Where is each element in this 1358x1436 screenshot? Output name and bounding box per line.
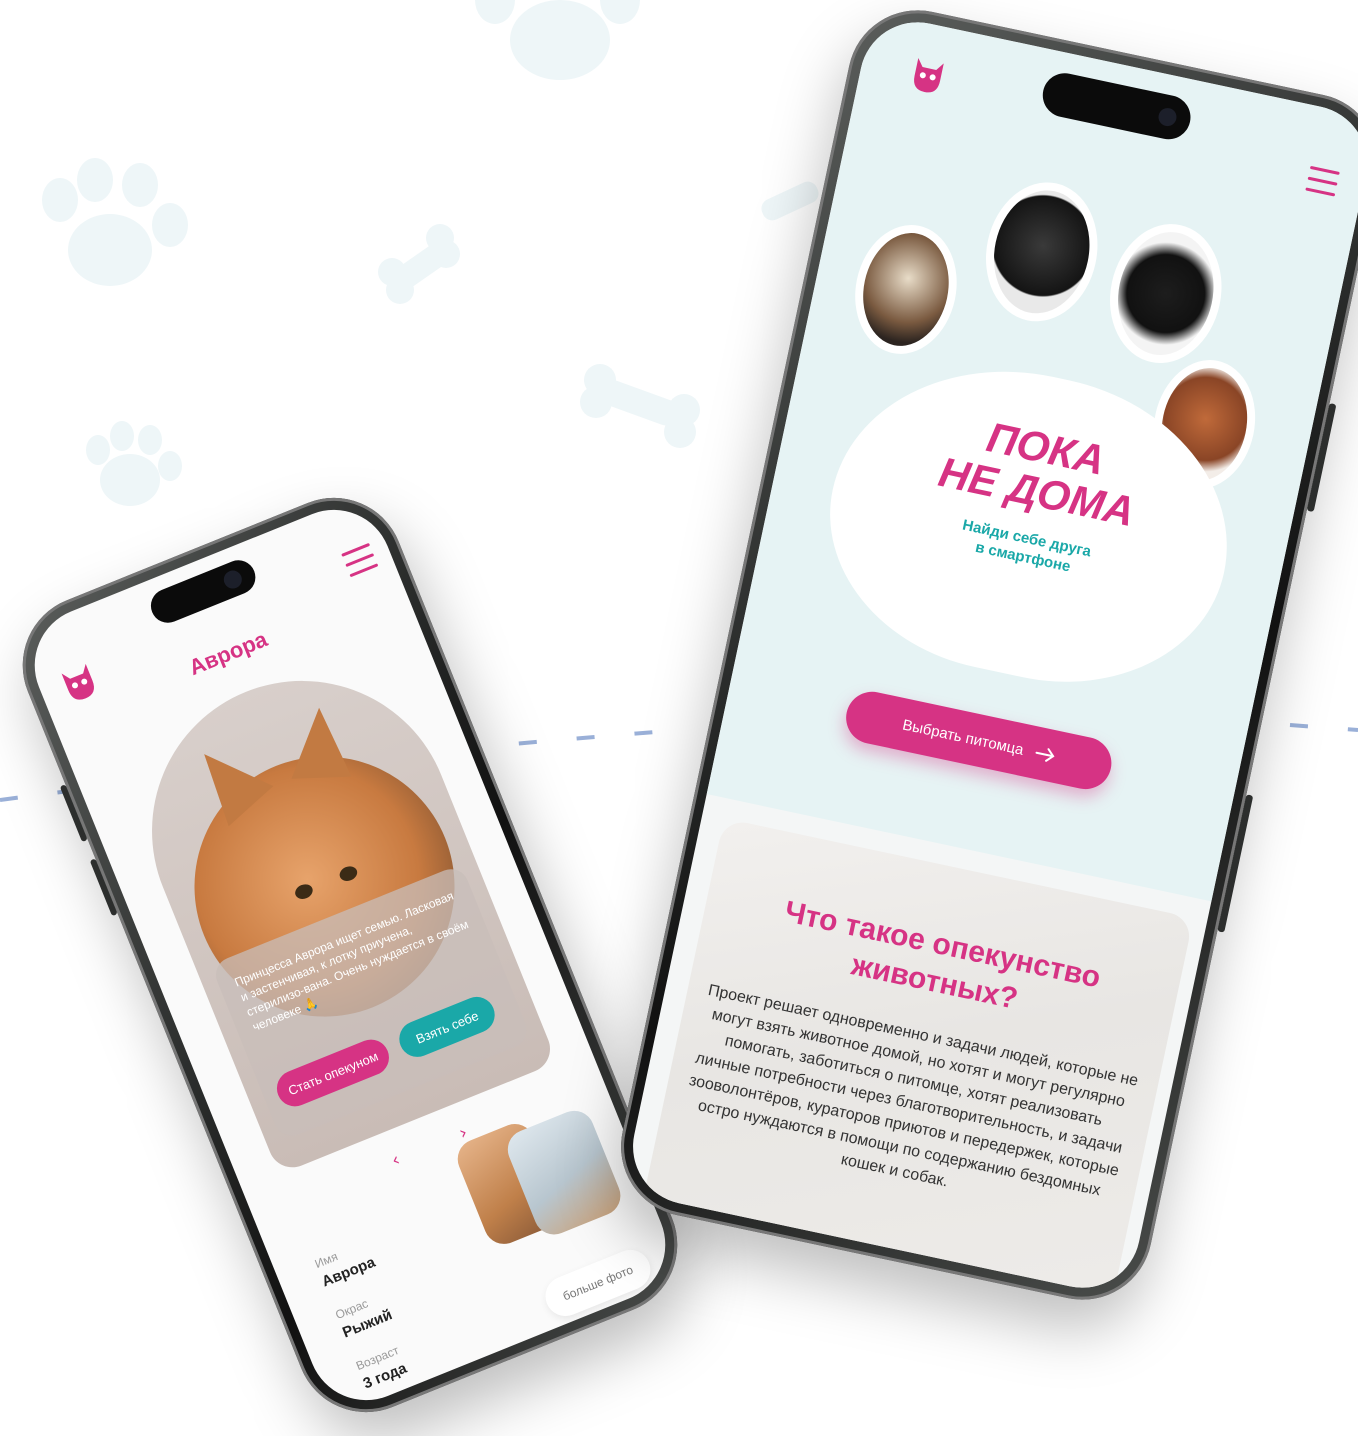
take-home-button[interactable]: Взять себе [393, 991, 501, 1063]
dynamic-island [145, 555, 261, 628]
dynamic-island [1038, 69, 1195, 144]
choose-pet-label: Выбрать питомца [900, 715, 1026, 759]
logo-icon [914, 57, 944, 93]
pet-oval-dog-black[interactable] [973, 171, 1111, 332]
paw-print-icon [86, 421, 182, 506]
bone-icon [580, 364, 700, 448]
arrow-right-icon [1035, 748, 1055, 762]
menu-burger-icon[interactable] [1305, 165, 1340, 197]
paw-print-icon [42, 158, 188, 286]
pet-oval-cat-tuxedo[interactable] [1097, 213, 1235, 374]
choose-pet-button[interactable]: Выбрать питомца [841, 686, 1117, 794]
become-guardian-button[interactable]: Стать опекуном [271, 1034, 395, 1112]
paw-print-icon [475, 0, 640, 80]
bone-icon [761, 181, 819, 221]
pet-image [853, 224, 959, 354]
bone-icon [378, 224, 460, 304]
pet-image [1106, 223, 1225, 364]
pet-image [982, 181, 1101, 323]
pet-oval-cat-calico[interactable] [843, 215, 969, 364]
menu-burger-icon[interactable] [341, 542, 379, 578]
prev-arrow-icon[interactable]: ‹ [389, 1149, 404, 1171]
